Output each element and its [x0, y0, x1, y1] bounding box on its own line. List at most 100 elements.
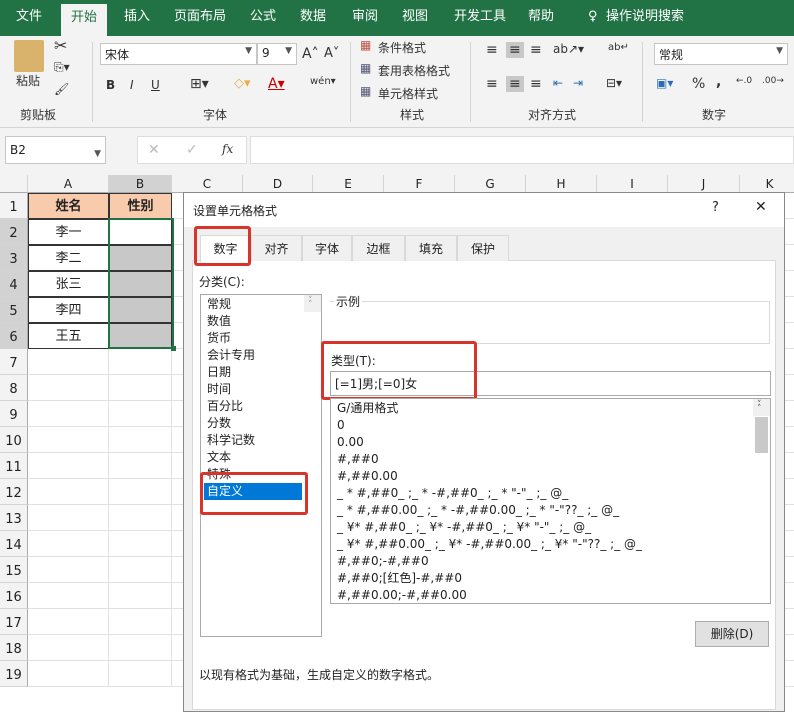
dialog-tab-2[interactable]: 字体: [302, 235, 352, 261]
tab-formulas[interactable]: 公式: [240, 0, 286, 36]
tell-me-search[interactable]: 操作说明搜索: [596, 0, 694, 36]
cell[interactable]: [109, 375, 172, 401]
cell[interactable]: [28, 557, 109, 583]
name-cell[interactable]: 张三: [28, 271, 109, 297]
column-header-J[interactable]: J: [668, 175, 740, 193]
align-left-icon[interactable]: ≡: [486, 76, 498, 92]
align-bottom-icon[interactable]: ≡: [530, 42, 542, 58]
decrease-font-icon[interactable]: A˅: [324, 46, 339, 61]
category-item[interactable]: 货币: [204, 330, 321, 347]
format-painter-icon[interactable]: 🖌: [54, 82, 69, 96]
row-header-3[interactable]: 3: [0, 245, 28, 271]
row-header-17[interactable]: 17: [0, 609, 28, 635]
category-item[interactable]: 文本: [204, 449, 321, 466]
category-item[interactable]: 分数: [204, 415, 321, 432]
tab-data[interactable]: 数据: [290, 0, 336, 36]
dialog-tab-5[interactable]: 保护: [457, 235, 509, 261]
format-item[interactable]: _ * #,##0.00_ ;_ * -#,##0.00_ ;_ * "-"??…: [334, 502, 770, 519]
name-cell[interactable]: 李一: [28, 219, 109, 245]
font-name-select[interactable]: 宋体 ▼: [100, 43, 257, 65]
column-header-E[interactable]: E: [313, 175, 384, 193]
format-item[interactable]: #,##0: [334, 451, 770, 468]
increase-decimal-icon[interactable]: ←.0: [736, 76, 752, 86]
cell[interactable]: [109, 349, 172, 375]
paste-button[interactable]: 粘贴: [16, 72, 40, 89]
row-header-9[interactable]: 9: [0, 401, 28, 427]
row-header-12[interactable]: 12: [0, 479, 28, 505]
row-header-15[interactable]: 15: [0, 557, 28, 583]
row-header-13[interactable]: 13: [0, 505, 28, 531]
row-header-11[interactable]: 11: [0, 453, 28, 479]
format-item[interactable]: _ ¥* #,##0.00_ ;_ ¥* -#,##0.00_ ;_ ¥* "-…: [334, 536, 770, 553]
name-cell[interactable]: 李二: [28, 245, 109, 271]
dialog-tab-3[interactable]: 边框: [352, 235, 405, 261]
category-list[interactable]: 常规 数值 货币 会计专用 日期 时间 百分比 分数 科学记数 文本 特殊 自定义 ˄ ˅: [200, 294, 322, 637]
column-header-A[interactable]: A: [28, 175, 109, 193]
format-item[interactable]: #,##0.00: [334, 468, 770, 485]
help-button[interactable]: ?: [712, 200, 719, 215]
fill-handle[interactable]: [171, 346, 176, 351]
cancel-icon[interactable]: ✕: [148, 142, 160, 158]
format-item[interactable]: 0: [334, 417, 770, 434]
column-header-B[interactable]: B: [109, 175, 172, 193]
increase-font-icon[interactable]: A˄: [302, 46, 319, 62]
italic-button[interactable]: I: [130, 78, 134, 92]
cell[interactable]: [109, 453, 172, 479]
align-center-icon[interactable]: ≡: [506, 76, 524, 92]
row-header-10[interactable]: 10: [0, 427, 28, 453]
row-header-16[interactable]: 16: [0, 583, 28, 609]
tab-help[interactable]: 帮助: [518, 0, 564, 36]
row-header-8[interactable]: 8: [0, 375, 28, 401]
tab-review[interactable]: 审阅: [342, 0, 388, 36]
borders-icon[interactable]: ⊞▾: [190, 76, 209, 92]
format-item[interactable]: G/通用格式: [334, 400, 770, 417]
cond-format-button[interactable]: 条件格式: [378, 39, 426, 56]
cell[interactable]: [28, 505, 109, 531]
table-format-button[interactable]: 套用表格格式: [378, 62, 450, 79]
format-item[interactable]: _ * #,##0_ ;_ * -#,##0_ ;_ * "-"_ ;_ @_: [334, 485, 770, 502]
wrap-text-icon[interactable]: ab↵: [608, 42, 629, 53]
align-middle-icon[interactable]: ≡: [506, 42, 524, 58]
category-item[interactable]: 科学记数: [204, 432, 321, 449]
comma-button[interactable]: ,: [716, 74, 721, 90]
name-box[interactable]: B2 ▼: [5, 136, 106, 164]
align-top-icon[interactable]: ≡: [486, 42, 498, 58]
insert-function-button[interactable]: fx: [222, 142, 233, 156]
cell[interactable]: [109, 557, 172, 583]
row-header-5[interactable]: 5: [0, 297, 28, 323]
cell[interactable]: [28, 401, 109, 427]
cell[interactable]: [28, 427, 109, 453]
row-header-1[interactable]: 1: [0, 193, 28, 219]
row-header-2[interactable]: 2: [0, 219, 28, 245]
column-header-C[interactable]: C: [172, 175, 243, 193]
cell-style-button[interactable]: 单元格样式: [378, 85, 438, 102]
row-header-4[interactable]: 4: [0, 271, 28, 297]
format-item[interactable]: 0.00: [334, 434, 770, 451]
decrease-indent-icon[interactable]: ⇤: [553, 76, 563, 90]
category-item[interactable]: 数值: [204, 313, 321, 330]
format-list[interactable]: G/通用格式 0 0.00 #,##0 #,##0.00 _ * #,##0_ ;_ * …: [330, 398, 771, 604]
tab-insert[interactable]: 插入: [114, 0, 160, 36]
tab-view[interactable]: 视图: [392, 0, 438, 36]
accounting-format-icon[interactable]: ▣▾: [656, 76, 673, 90]
close-button[interactable]: ✕: [755, 199, 767, 215]
row-header-7[interactable]: 7: [0, 349, 28, 375]
font-color-icon[interactable]: A▾: [268, 76, 285, 92]
cell[interactable]: [109, 427, 172, 453]
column-header-F[interactable]: F: [384, 175, 455, 193]
cell[interactable]: [109, 505, 172, 531]
category-item[interactable]: 会计专用: [204, 347, 321, 364]
format-scrollbar[interactable]: ˄ ˅: [753, 399, 770, 453]
format-item[interactable]: #,##0;-#,##0: [334, 553, 770, 570]
copy-icon[interactable]: ⎘▾: [54, 60, 70, 75]
underline-button[interactable]: U: [151, 78, 160, 92]
cell[interactable]: [28, 583, 109, 609]
merge-center-icon[interactable]: ⊟▾: [606, 76, 622, 90]
tab-file[interactable]: 文件: [6, 0, 52, 36]
cut-icon[interactable]: ✂: [54, 36, 67, 55]
header-cell[interactable]: 性别: [109, 193, 172, 219]
align-right-icon[interactable]: ≡: [530, 76, 542, 92]
cell[interactable]: [28, 661, 109, 687]
column-header-D[interactable]: D: [243, 175, 313, 193]
row-header-14[interactable]: 14: [0, 531, 28, 557]
